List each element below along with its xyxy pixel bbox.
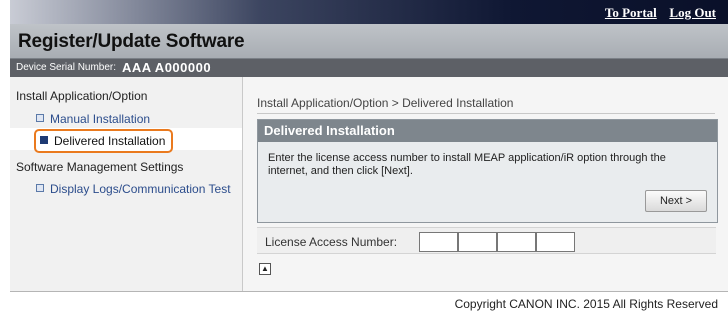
sidebar-item-manual-installation[interactable]: Manual Installation <box>36 112 150 126</box>
panel-title: Delivered Installation <box>258 120 717 142</box>
footer-divider <box>10 291 728 292</box>
serial-value: AAA A000000 <box>122 60 212 75</box>
serial-label: Device Serial Number: <box>16 62 117 73</box>
bullet-icon <box>40 136 48 144</box>
sidebar-item-display-logs[interactable]: Display Logs/Communication Test <box>36 182 231 196</box>
license-field-4[interactable] <box>536 232 575 252</box>
bullet-icon <box>36 114 44 122</box>
to-portal-link[interactable]: To Portal <box>605 5 657 20</box>
bullet-icon <box>36 184 44 192</box>
sidebar-item-label: Manual Installation <box>50 112 151 126</box>
page-title: Register/Update Software <box>18 31 245 52</box>
sidebar-section-install: Install Application/Option <box>16 89 148 103</box>
license-field-1[interactable] <box>419 232 458 252</box>
license-access-row: License Access Number: <box>257 227 716 254</box>
delivered-installation-panel: Delivered Installation Enter the license… <box>257 119 718 223</box>
sidebar-section-software-management: Software Management Settings <box>16 160 184 174</box>
back-to-top-icon[interactable]: ▲ <box>259 263 271 275</box>
serial-bar: Device Serial Number: AAA A000000 <box>10 59 728 77</box>
sidebar-item-delivered-installation[interactable]: Delivered Installation <box>34 129 174 153</box>
log-out-link[interactable]: Log Out <box>669 5 716 20</box>
footer-copyright: Copyright CANON INC. 2015 All Rights Res… <box>454 297 718 311</box>
sidebar-item-label: Delivered Installation <box>54 134 166 148</box>
sidebar-item-label: Display Logs/Communication Test <box>50 182 231 196</box>
next-button[interactable]: Next > <box>645 190 707 212</box>
license-field-3[interactable] <box>497 232 536 252</box>
title-bar: Register/Update Software <box>10 24 728 59</box>
license-access-label: License Access Number: <box>265 235 398 249</box>
breadcrumb: Install Application/Option > Delivered I… <box>257 96 715 114</box>
top-bar: To Portal Log Out <box>10 0 728 24</box>
sidebar: Install Application/Option Manual Instal… <box>10 77 243 291</box>
license-field-2[interactable] <box>458 232 497 252</box>
panel-description: Enter the license access number to insta… <box>268 152 666 177</box>
top-links: To Portal Log Out <box>596 5 716 21</box>
main-content: Install Application/Option > Delivered I… <box>243 77 728 291</box>
